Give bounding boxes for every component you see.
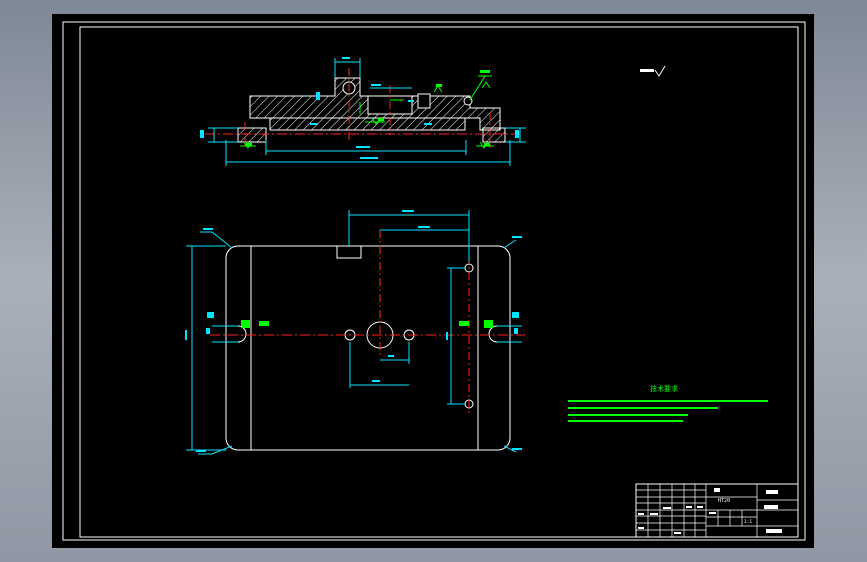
paper-background (52, 14, 814, 548)
slot (417, 93, 431, 109)
scale-code: 1:1 (744, 519, 752, 525)
left-flange (237, 127, 267, 143)
material-code: HT20 (718, 498, 730, 504)
tech-req-heading: 技术要求 (650, 384, 678, 393)
drawing-sheet[interactable]: 技术要求 HT20 1:1 (0, 0, 867, 562)
cad-viewport[interactable]: 技术要求 HT20 1:1 (0, 0, 867, 562)
right-flange (482, 127, 506, 143)
